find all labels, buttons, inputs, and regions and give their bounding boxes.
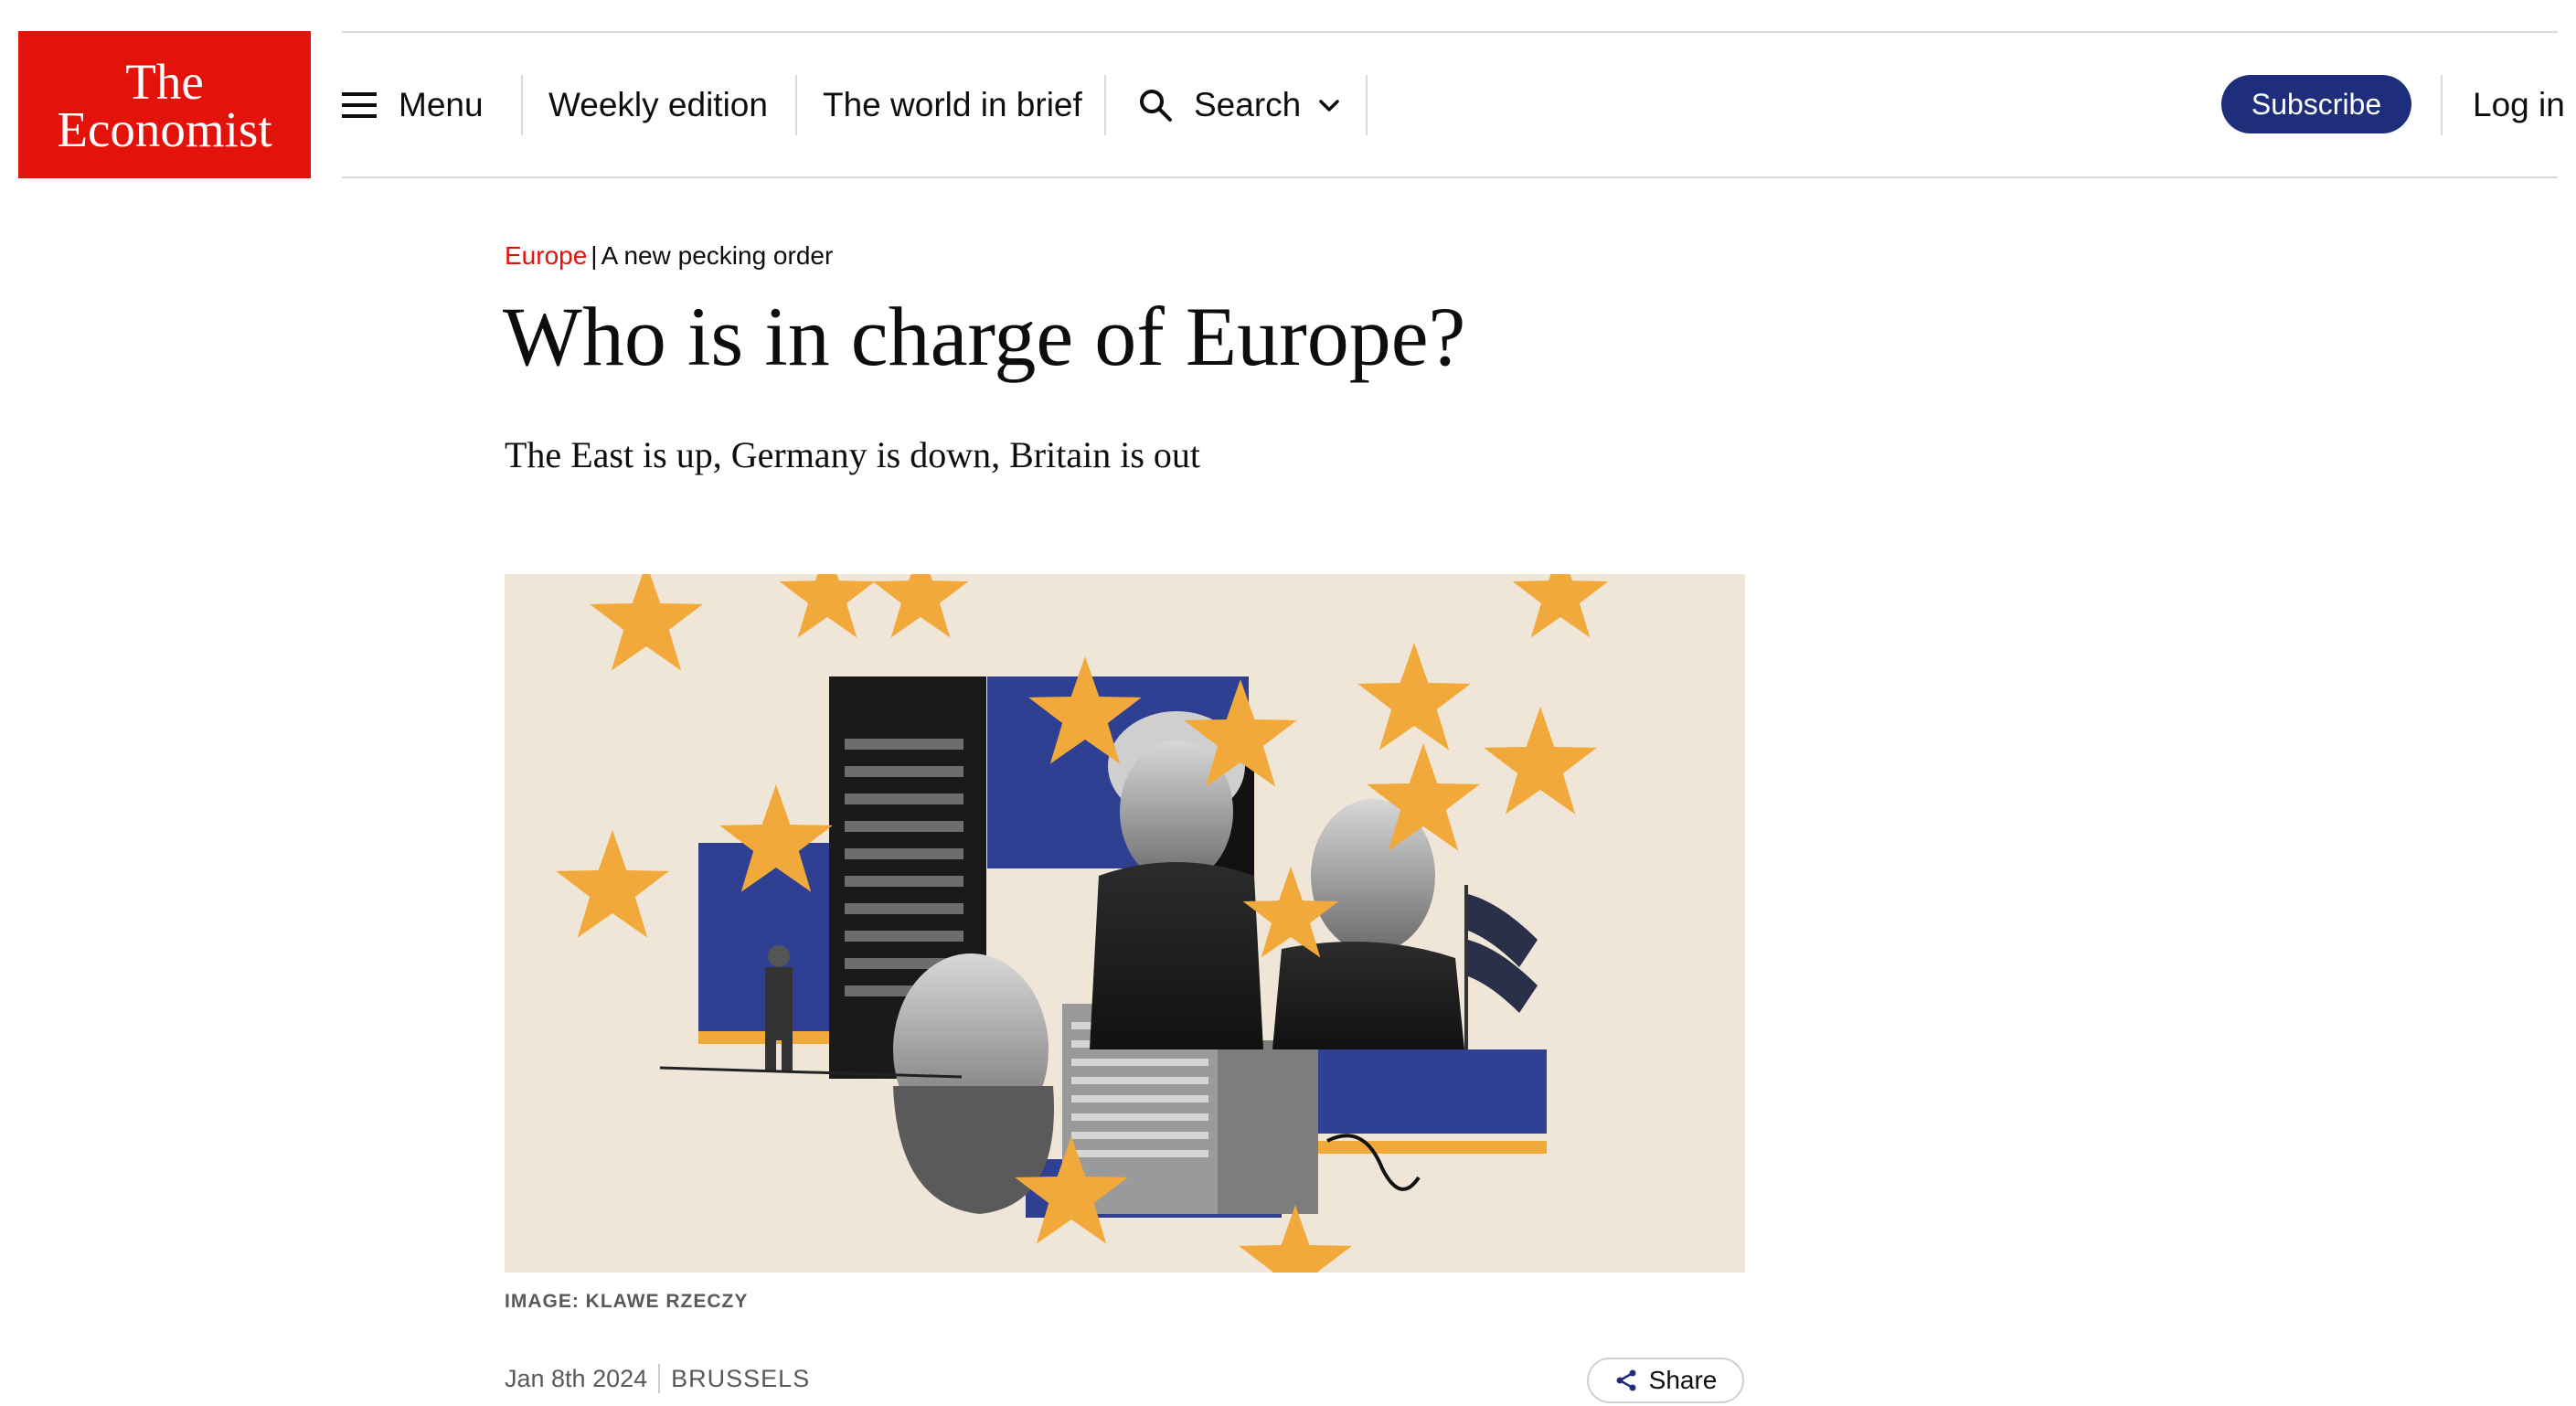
nav-separator: [1366, 75, 1368, 135]
nav-bottom-divider: [342, 176, 2558, 178]
share-icon: [1616, 1369, 1636, 1391]
login-link[interactable]: Log in: [2473, 75, 2565, 135]
search-icon: [1140, 89, 1172, 122]
hero-image: [505, 574, 1745, 1273]
rubric-text: A new pecking order: [601, 241, 834, 270]
nav-separator: [1104, 75, 1106, 135]
weekly-edition-link[interactable]: Weekly edition: [548, 33, 768, 176]
logo-line-2: Economist: [57, 101, 272, 157]
nav-separator: [521, 75, 523, 135]
logo-line-1: The: [125, 54, 204, 110]
hero-illustration: [556, 574, 1609, 1273]
rubric-separator: |: [591, 241, 598, 270]
publish-date: Jan 8th 2024: [505, 1364, 648, 1392]
share-button[interactable]: Share: [1587, 1358, 1744, 1403]
article-meta: Jan 8th 2024 BRUSSELS: [505, 1364, 810, 1393]
share-label: Share: [1648, 1366, 1718, 1394]
search-button[interactable]: Search: [1137, 33, 1341, 176]
hamburger-icon: [342, 91, 377, 118]
menu-button[interactable]: Menu: [342, 33, 484, 176]
chevron-down-icon: [1319, 99, 1339, 112]
world-in-brief-link[interactable]: The world in brief: [823, 33, 1082, 176]
article-headline: Who is in charge of Europe?: [503, 290, 1466, 383]
login-separator: [2441, 75, 2443, 135]
article-rubric: Europe | A new pecking order: [505, 241, 833, 271]
menu-label: Menu: [399, 85, 484, 123]
subscribe-button[interactable]: Subscribe: [2221, 75, 2411, 133]
economist-logo[interactable]: The Economist: [18, 31, 311, 178]
image-caption: IMAGE: KLAWE RZECZY: [505, 1291, 749, 1312]
meta-separator: [658, 1364, 661, 1393]
dateline: BRUSSELS: [671, 1364, 811, 1392]
section-link[interactable]: Europe: [505, 241, 587, 270]
article-subheadline: The East is up, Germany is down, Britain…: [505, 434, 1201, 475]
search-label: Search: [1194, 85, 1302, 123]
nav-separator: [795, 75, 797, 135]
